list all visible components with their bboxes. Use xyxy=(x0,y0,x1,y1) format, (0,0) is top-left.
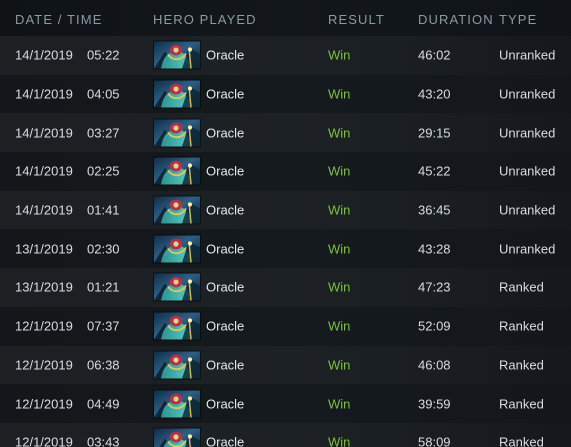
match-date: 14/1/2019 xyxy=(15,47,73,63)
match-result: Win xyxy=(328,202,351,218)
match-time: 01:41 xyxy=(87,202,120,218)
match-result: Win xyxy=(328,86,351,102)
match-type: Unranked xyxy=(499,202,556,218)
match-duration: 45:22 xyxy=(418,163,451,179)
hero-portrait-icon[interactable] xyxy=(153,427,201,447)
match-row[interactable]: 14/1/2019 03:27 Oracle Win 29:15 Unranke… xyxy=(0,113,571,153)
match-type: Unranked xyxy=(499,163,556,179)
match-time: 03:27 xyxy=(87,125,120,141)
match-time: 04:49 xyxy=(87,396,120,412)
match-result: Win xyxy=(328,125,351,141)
match-result: Win xyxy=(328,279,351,295)
match-duration: 46:08 xyxy=(418,357,451,373)
match-date: 14/1/2019 xyxy=(15,125,73,141)
match-type: Ranked xyxy=(499,396,544,412)
hero-name: Oracle xyxy=(206,163,245,179)
match-result: Win xyxy=(328,241,351,257)
match-type: Ranked xyxy=(499,279,544,295)
match-row[interactable]: 12/1/2019 07:37 Oracle Win 52:09 Ranked xyxy=(0,306,571,346)
match-date: 14/1/2019 xyxy=(15,202,73,218)
match-date: 12/1/2019 xyxy=(15,396,73,412)
hero-portrait-icon[interactable] xyxy=(153,389,201,419)
match-date: 14/1/2019 xyxy=(15,163,73,179)
match-result: Win xyxy=(328,434,351,447)
match-duration: 43:20 xyxy=(418,86,451,102)
hero-portrait-icon[interactable] xyxy=(153,79,201,109)
hero-name: Oracle xyxy=(206,47,245,63)
hero-name: Oracle xyxy=(206,125,245,141)
match-duration: 29:15 xyxy=(418,125,451,141)
hero-name: Oracle xyxy=(206,241,245,257)
hero-portrait-icon[interactable] xyxy=(153,350,201,380)
duration-header[interactable]: DURATION xyxy=(418,12,494,27)
match-time: 04:05 xyxy=(87,86,120,102)
match-time: 03:43 xyxy=(87,434,120,447)
match-time: 05:22 xyxy=(87,47,120,63)
hero-portrait-icon[interactable] xyxy=(153,118,201,148)
hero-portrait-icon[interactable] xyxy=(153,40,201,70)
match-type: Unranked xyxy=(499,125,556,141)
hero-portrait-icon[interactable] xyxy=(153,272,201,302)
match-result: Win xyxy=(328,357,351,373)
match-result: Win xyxy=(328,163,351,179)
match-duration: 52:09 xyxy=(418,318,451,334)
hero-name: Oracle xyxy=(206,357,245,373)
hero-name: Oracle xyxy=(206,86,245,102)
match-type: Unranked xyxy=(499,241,556,257)
match-result: Win xyxy=(328,318,351,334)
hero-portrait-icon[interactable] xyxy=(153,156,201,186)
match-duration: 46:02 xyxy=(418,47,451,63)
match-history-list: 14/1/2019 05:22 Oracle Win 46:02 Unranke… xyxy=(0,36,571,447)
match-row[interactable]: 12/1/2019 06:38 Oracle Win 46:08 Ranked xyxy=(0,345,571,385)
match-time: 02:30 xyxy=(87,241,120,257)
match-type: Unranked xyxy=(499,47,556,63)
hero-name: Oracle xyxy=(206,318,245,334)
match-row[interactable]: 14/1/2019 02:25 Oracle Win 45:22 Unranke… xyxy=(0,152,571,191)
hero-name: Oracle xyxy=(206,396,245,412)
match-row[interactable]: 12/1/2019 04:49 Oracle Win 39:59 Ranked xyxy=(0,384,571,423)
match-duration: 36:45 xyxy=(418,202,451,218)
match-date: 12/1/2019 xyxy=(15,357,73,373)
match-type: Ranked xyxy=(499,357,544,373)
match-row[interactable]: 13/1/2019 02:30 Oracle Win 43:28 Unranke… xyxy=(0,229,571,269)
match-date: 12/1/2019 xyxy=(15,434,73,447)
match-duration: 58:09 xyxy=(418,434,451,447)
match-date: 14/1/2019 xyxy=(15,86,73,102)
match-row[interactable]: 12/1/2019 03:43 Oracle Win 58:09 Ranked xyxy=(0,422,571,447)
match-history-header: DATE / TIME HERO PLAYED RESULT DURATION … xyxy=(0,0,571,40)
match-type: Ranked xyxy=(499,434,544,447)
match-type: Unranked xyxy=(499,86,556,102)
match-result: Win xyxy=(328,47,351,63)
match-date: 13/1/2019 xyxy=(15,241,73,257)
match-time: 02:25 xyxy=(87,163,120,179)
type-header[interactable]: TYPE xyxy=(499,12,537,27)
match-row[interactable]: 14/1/2019 04:05 Oracle Win 43:20 Unranke… xyxy=(0,74,571,114)
match-date: 13/1/2019 xyxy=(15,279,73,295)
result-header[interactable]: RESULT xyxy=(328,12,385,27)
match-time: 01:21 xyxy=(87,279,120,295)
hero-played-header[interactable]: HERO PLAYED xyxy=(153,12,257,27)
match-row[interactable]: 14/1/2019 05:22 Oracle Win 46:02 Unranke… xyxy=(0,36,571,75)
match-type: Ranked xyxy=(499,318,544,334)
match-row[interactable]: 14/1/2019 01:41 Oracle Win 36:45 Unranke… xyxy=(0,190,571,230)
match-time: 06:38 xyxy=(87,357,120,373)
hero-name: Oracle xyxy=(206,279,245,295)
match-duration: 47:23 xyxy=(418,279,451,295)
match-row[interactable]: 13/1/2019 01:21 Oracle Win 47:23 Ranked xyxy=(0,268,571,307)
hero-portrait-icon[interactable] xyxy=(153,311,201,341)
hero-portrait-icon[interactable] xyxy=(153,195,201,225)
match-duration: 39:59 xyxy=(418,396,451,412)
match-duration: 43:28 xyxy=(418,241,451,257)
hero-name: Oracle xyxy=(206,434,245,447)
hero-portrait-icon[interactable] xyxy=(153,234,201,264)
match-time: 07:37 xyxy=(87,318,120,334)
match-result: Win xyxy=(328,396,351,412)
date-time-header[interactable]: DATE / TIME xyxy=(15,12,102,27)
hero-name: Oracle xyxy=(206,202,245,218)
match-history-screen: DATE / TIME HERO PLAYED RESULT DURATION … xyxy=(0,0,571,447)
match-date: 12/1/2019 xyxy=(15,318,73,334)
